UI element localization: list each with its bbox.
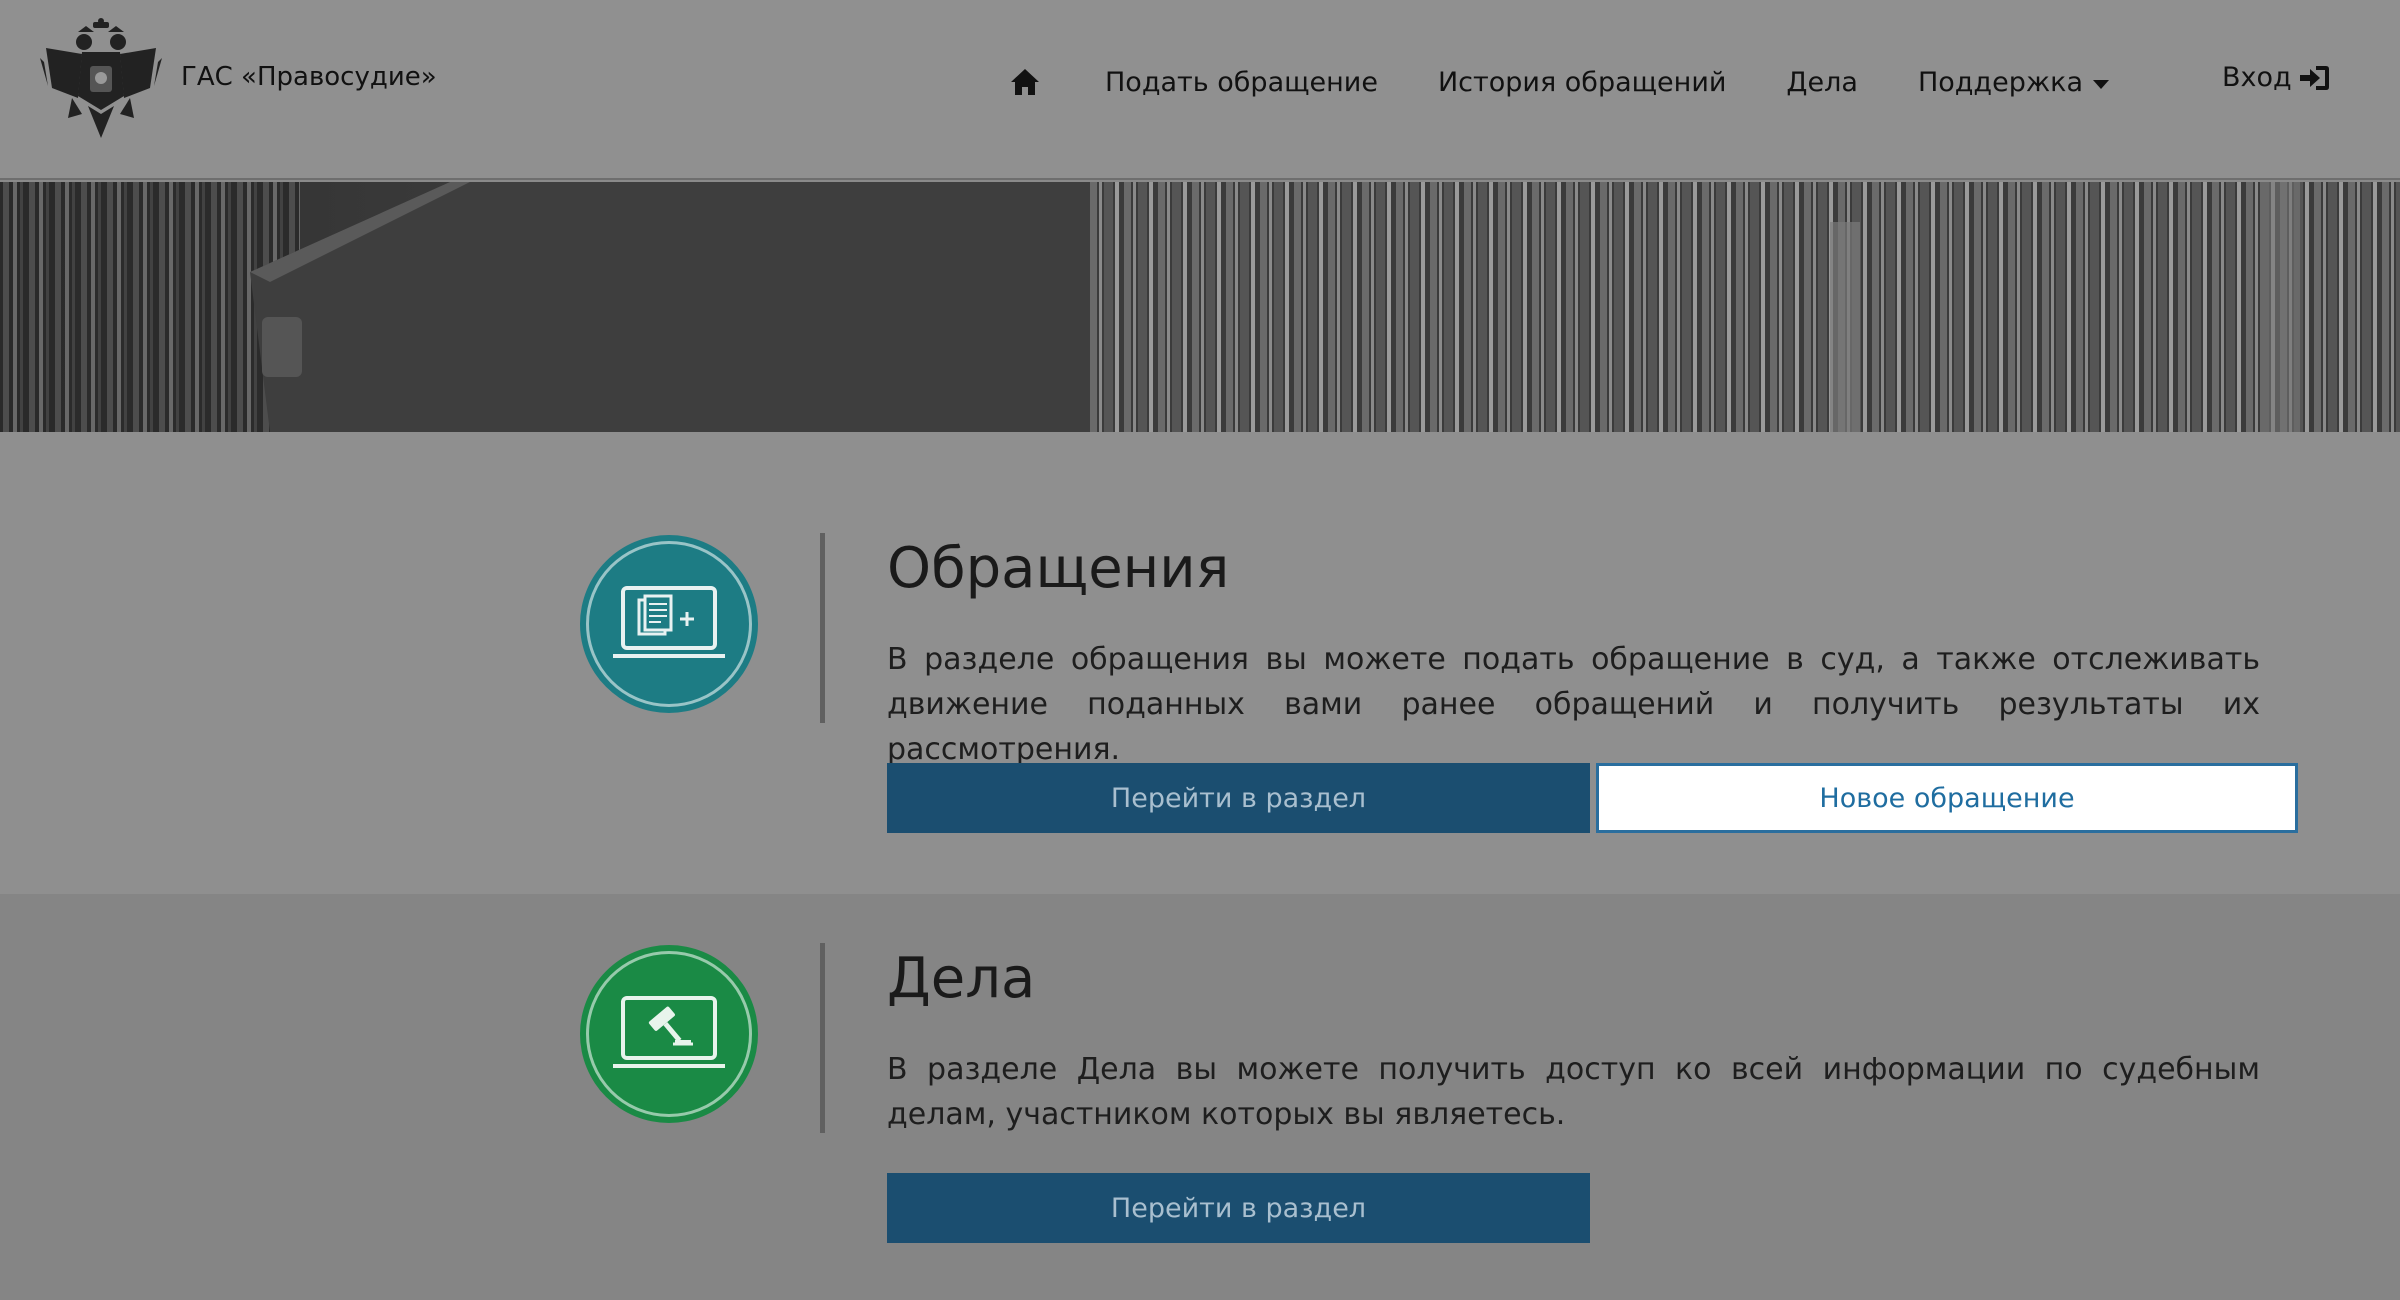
section-divider: [820, 533, 825, 723]
nav-label: Поддержка: [1917, 66, 2084, 98]
section-description: В разделе обращения вы можете подать обр…: [887, 642, 2260, 767]
new-appeal-button[interactable]: Новое обращение: [1596, 763, 2298, 833]
coat-of-arms-logo[interactable]: [38, 18, 164, 142]
login-link[interactable]: Вход: [2222, 62, 2330, 93]
section-title: Обращения: [887, 536, 1230, 601]
sign-in-icon: [2299, 65, 2329, 90]
nav-submit-appeal[interactable]: Подать обращение: [1105, 67, 1378, 98]
site-header: ГАС «Правосудие» Подать обращение Истори…: [0, 0, 2400, 180]
appeals-circle: [580, 535, 758, 713]
appeals-section: Обращения В разделе обращения вы можете …: [0, 432, 2400, 894]
new-document-laptop-icon: [613, 586, 725, 658]
go-to-cases-button[interactable]: Перейти в раздел: [887, 1173, 1590, 1243]
section-divider: [820, 943, 825, 1133]
gavel-laptop-icon: [613, 996, 725, 1068]
nav-label: История обращений: [1437, 66, 1727, 98]
nav-appeal-history[interactable]: История обращений: [1438, 67, 1726, 98]
login-label: Вход: [2222, 62, 2292, 93]
nav-label: Дела: [1786, 66, 1858, 98]
home-icon[interactable]: [1005, 62, 1045, 102]
hero-banner: [0, 182, 2400, 432]
go-to-appeals-button[interactable]: Перейти в раздел: [887, 763, 1590, 833]
site-title[interactable]: ГАС «Правосудие»: [181, 62, 437, 92]
cases-section: Дела В разделе Дела вы можете получить д…: [0, 894, 2400, 1300]
cases-circle: [580, 945, 758, 1123]
main-nav: Подать обращение История обращений Дела …: [1005, 60, 2169, 104]
section-description: В разделе Дела вы можете получить доступ…: [887, 1052, 2260, 1132]
caret-down-icon: [2093, 79, 2110, 89]
nav-support-dropdown[interactable]: Поддержка: [1917, 66, 2110, 98]
section-title: Дела: [887, 946, 1036, 1011]
nav-label: Подать обращение: [1105, 66, 1378, 98]
nav-cases[interactable]: Дела: [1786, 67, 1858, 98]
